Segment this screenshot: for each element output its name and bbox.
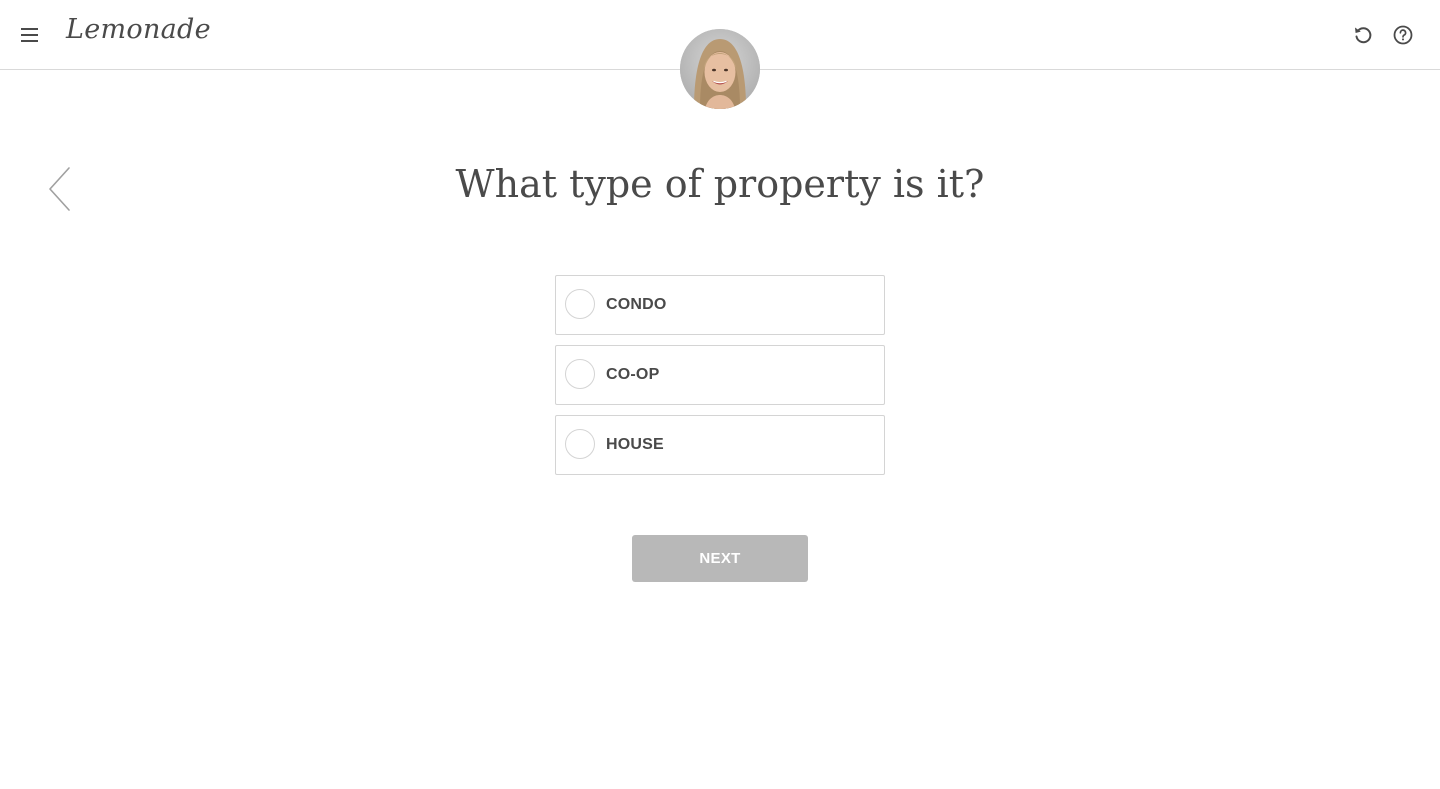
lemonade-logo[interactable]: Lemonade <box>66 14 211 45</box>
restart-icon[interactable] <box>1352 24 1374 46</box>
option-co-op[interactable]: CO-OP <box>555 345 885 405</box>
option-condo[interactable]: CONDO <box>555 275 885 335</box>
hamburger-icon[interactable] <box>20 25 40 45</box>
property-type-options: CONDO CO-OP HOUSE <box>555 275 885 485</box>
radio-circle[interactable] <box>565 429 595 459</box>
option-label: CONDO <box>606 296 667 313</box>
question-title: What type of property is it? <box>455 162 985 206</box>
option-label: CO-OP <box>606 366 660 383</box>
next-button[interactable]: NEXT <box>632 535 808 582</box>
option-label: HOUSE <box>606 436 664 453</box>
radio-circle[interactable] <box>565 359 595 389</box>
assistant-avatar <box>680 29 760 109</box>
help-icon[interactable] <box>1392 24 1414 46</box>
radio-circle[interactable] <box>565 289 595 319</box>
option-house[interactable]: HOUSE <box>555 415 885 475</box>
